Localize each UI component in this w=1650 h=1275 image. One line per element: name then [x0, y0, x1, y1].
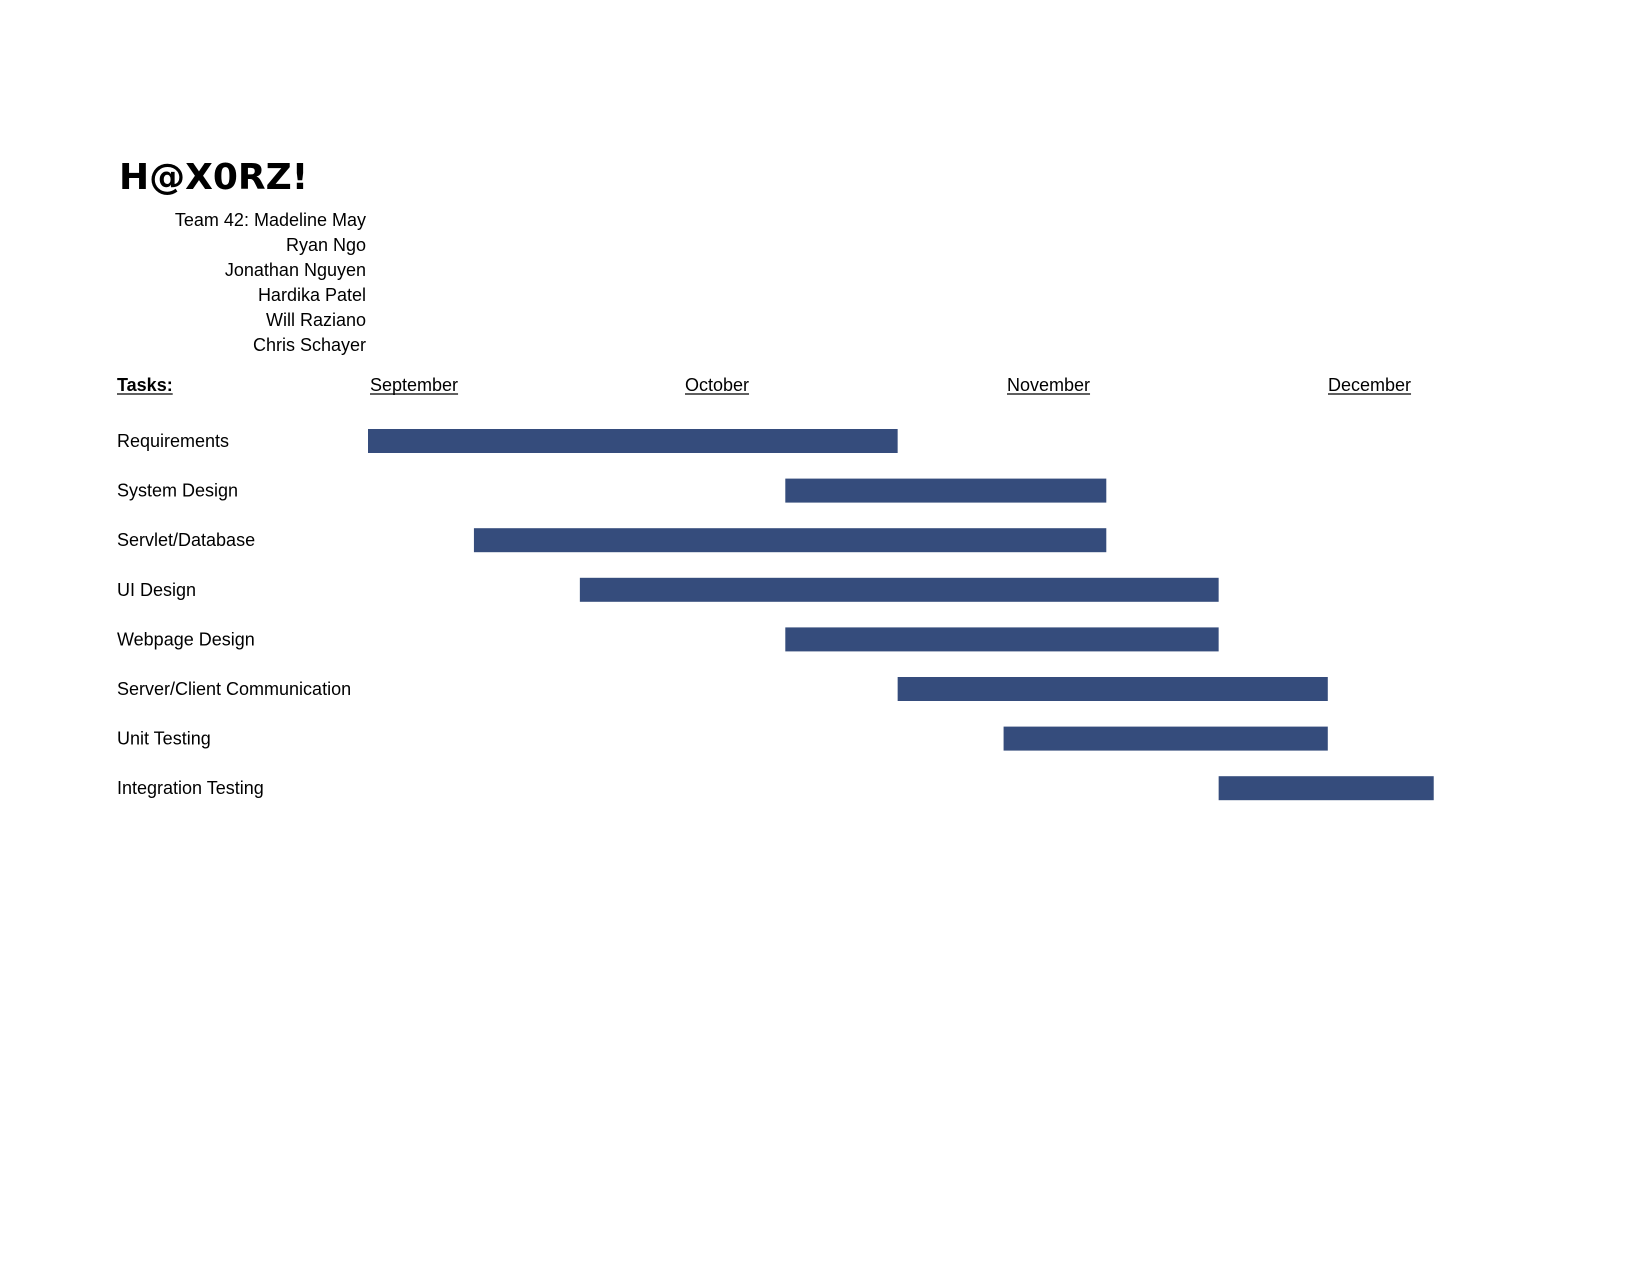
month-label: November — [1007, 375, 1090, 395]
task-bar — [897, 677, 1328, 701]
task-label: Integration Testing — [117, 778, 264, 798]
task-label: Servlet/Database — [117, 530, 255, 550]
gantt-chart: Tasks: September October November December Re… — [117, 375, 1434, 801]
month-label: October — [685, 375, 749, 395]
task-bar — [1003, 726, 1328, 751]
task-bar — [1218, 776, 1434, 801]
task-label: System Design — [117, 481, 238, 501]
task-label: Requirements — [117, 431, 229, 451]
task-bar — [785, 478, 1107, 503]
month-label: September — [370, 375, 458, 395]
task-bar — [368, 429, 898, 453]
task-bar — [579, 577, 1219, 602]
task-bar — [785, 627, 1219, 652]
task-label: UI Design — [117, 580, 196, 600]
task-label: Webpage Design — [117, 629, 255, 649]
tasks-header: Tasks: — [117, 375, 173, 395]
task-bar — [473, 528, 1107, 553]
month-label: December — [1328, 375, 1411, 395]
task-label: Server/Client Communication — [117, 679, 351, 699]
task-label: Unit Testing — [117, 729, 211, 749]
